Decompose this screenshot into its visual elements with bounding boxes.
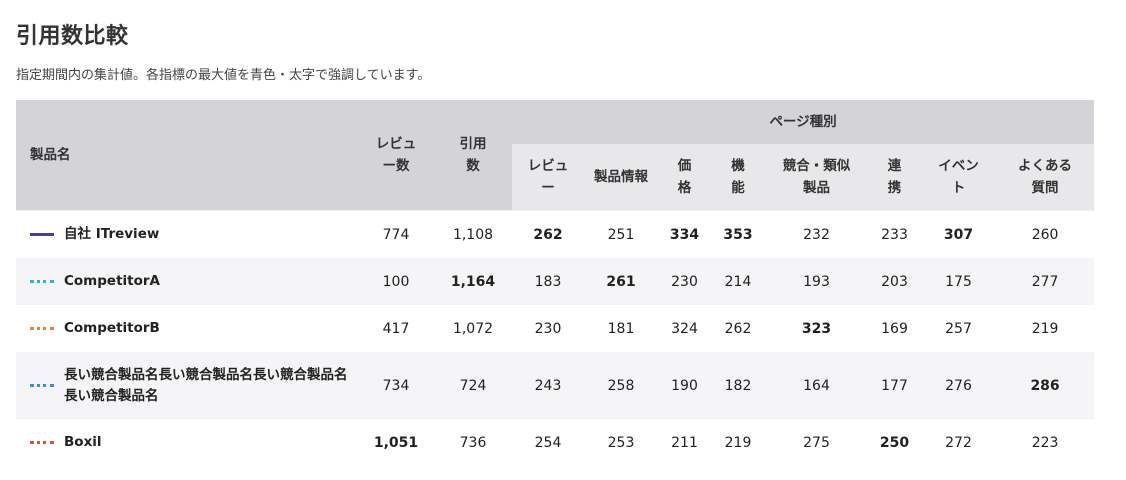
- header-reviews-label: レビュー数: [375, 136, 417, 174]
- header-page-type-group: ページ種別: [512, 100, 1095, 144]
- value-cell: 258: [584, 352, 658, 419]
- value-cell: 323: [765, 304, 868, 353]
- product-name: CompetitorA: [64, 273, 160, 289]
- table-row: Boxil 1,051 736 254 253 211 219 275 250 272 223: [16, 418, 1095, 467]
- header-page-type: よくある質問: [996, 144, 1095, 211]
- value-cell: 100: [358, 258, 434, 305]
- value-cell: 262: [711, 304, 765, 353]
- value-cell: 214: [711, 258, 765, 305]
- product-name: CompetitorB: [64, 320, 160, 336]
- value-cell: 1,108: [434, 210, 512, 259]
- header-page-type: 機能: [711, 144, 765, 211]
- value-cell: 1,164: [434, 258, 512, 305]
- value-cell: 223: [996, 418, 1095, 467]
- product-name: Boxil: [64, 434, 102, 451]
- value-cell: 230: [658, 258, 711, 305]
- value-cell: 734: [358, 352, 434, 419]
- header-product: 製品名: [16, 100, 358, 211]
- page: 引用数比較 指定期間内の集計値。各指標の最大値を青色・太字で強調しています。 製…: [0, 0, 1126, 480]
- header-page-type: 連携: [868, 144, 921, 211]
- value-cell: 1,051: [358, 418, 434, 467]
- value-cell: 736: [434, 418, 512, 467]
- value-cell: 232: [765, 210, 868, 259]
- value-cell: 324: [658, 304, 711, 353]
- value-cell: 193: [765, 258, 868, 305]
- page-description: 指定期間内の集計値。各指標の最大値を青色・太字で強調しています。: [16, 68, 431, 83]
- value-cell: 254: [512, 418, 584, 467]
- value-cell: 261: [584, 258, 658, 305]
- value-cell: 260: [996, 210, 1095, 259]
- product-name: 自社 ITreview: [64, 226, 160, 242]
- value-cell: 183: [512, 258, 584, 305]
- table-row: 長い競合製品名長い競合製品名長い競合製品名長い競合製品名 734 724 243 258…: [16, 352, 1095, 419]
- value-cell: 203: [868, 258, 921, 305]
- product-cell: 長い競合製品名長い競合製品名長い競合製品名長い競合製品名: [16, 352, 358, 419]
- value-cell: 251: [584, 210, 658, 259]
- value-cell: 277: [996, 258, 1095, 305]
- value-cell: 257: [921, 304, 996, 353]
- value-cell: 262: [512, 210, 584, 259]
- header-citations-label: 引用数: [459, 136, 487, 174]
- value-cell: 774: [358, 210, 434, 259]
- product-cell: 自社 ITreview: [16, 210, 358, 259]
- dotted-line-icon: [30, 280, 54, 283]
- value-cell: 230: [512, 304, 584, 353]
- value-cell: 275: [765, 418, 868, 467]
- header-page-type: 製品情報: [584, 144, 658, 211]
- product-name: 長い競合製品名長い競合製品名長い競合製品名長い競合製品名: [64, 366, 348, 404]
- table-row: CompetitorB 417 1,072 230 181 324 262 323 169 257…: [16, 304, 1095, 353]
- value-cell: 175: [921, 258, 996, 305]
- page-title: 引用数比較: [16, 24, 129, 49]
- value-cell: 353: [711, 210, 765, 259]
- value-cell: 219: [711, 418, 765, 467]
- table-body: 自社 ITreview 774 1,108 262 251 334 353 232 233 307…: [16, 210, 1095, 467]
- citation-comparison-table: 製品名 レビュー数 引用数 ページ種別 レビュー 製品情報 価格 機能 競合・類…: [16, 100, 1095, 467]
- product-cell: CompetitorB: [16, 304, 358, 353]
- header-page-type: 価格: [658, 144, 711, 211]
- header-citations: 引用数: [434, 100, 512, 211]
- header-page-type: レビュー: [512, 144, 584, 211]
- dotted-line-icon: [30, 384, 54, 387]
- value-cell: 181: [584, 304, 658, 353]
- value-cell: 169: [868, 304, 921, 353]
- value-cell: 219: [996, 304, 1095, 353]
- value-cell: 164: [765, 352, 868, 419]
- value-cell: 253: [584, 418, 658, 467]
- value-cell: 286: [996, 352, 1095, 419]
- header-page-type: 競合・類似製品: [765, 144, 868, 211]
- table-row: 自社 ITreview 774 1,108 262 251 334 353 232 233 307…: [16, 210, 1095, 259]
- value-cell: 724: [434, 352, 512, 419]
- value-cell: 276: [921, 352, 996, 419]
- dotted-line-icon: [30, 441, 54, 445]
- header-reviews: レビュー数: [358, 100, 434, 211]
- value-cell: 272: [921, 418, 996, 467]
- value-cell: 307: [921, 210, 996, 259]
- value-cell: 233: [868, 210, 921, 259]
- header-page-type: イベント: [921, 144, 996, 211]
- value-cell: 177: [868, 352, 921, 419]
- value-cell: 417: [358, 304, 434, 353]
- value-cell: 211: [658, 418, 711, 467]
- value-cell: 182: [711, 352, 765, 419]
- dotted-line-icon: [30, 327, 54, 330]
- table-row: CompetitorA 100 1,164 183 261 230 214 193 203 175…: [16, 258, 1095, 305]
- value-cell: 250: [868, 418, 921, 467]
- product-cell: CompetitorA: [16, 258, 358, 305]
- value-cell: 1,072: [434, 304, 512, 353]
- value-cell: 334: [658, 210, 711, 259]
- value-cell: 190: [658, 352, 711, 419]
- solid-line-icon: [30, 233, 54, 236]
- value-cell: 243: [512, 352, 584, 419]
- product-cell: Boxil: [16, 418, 358, 467]
